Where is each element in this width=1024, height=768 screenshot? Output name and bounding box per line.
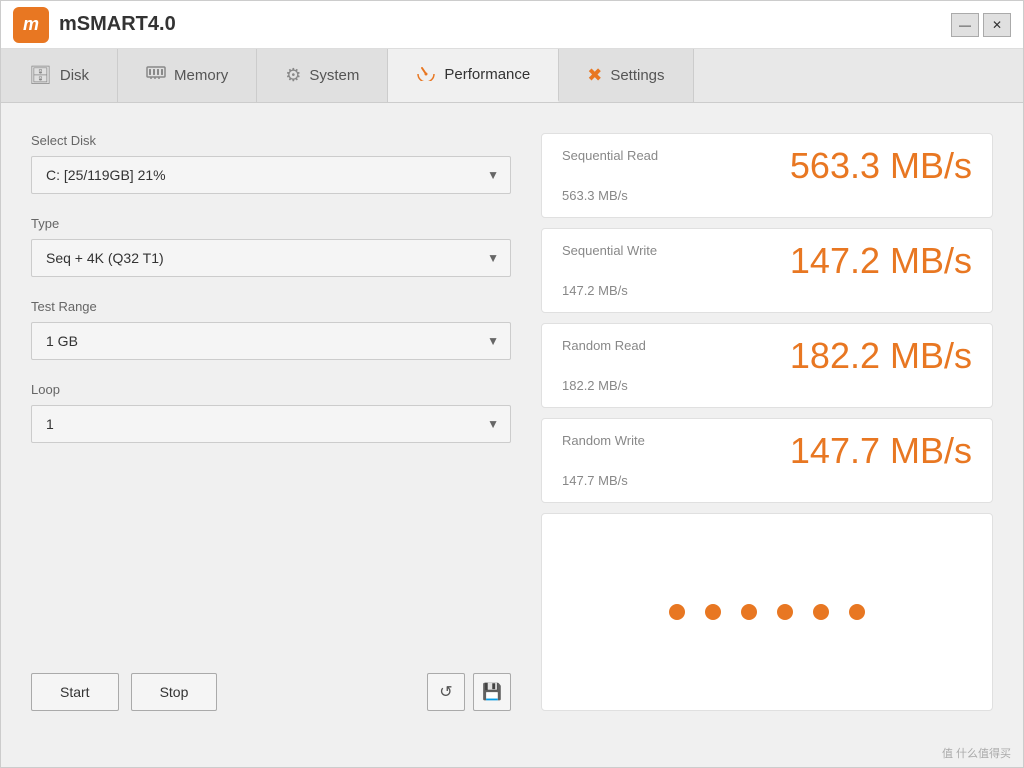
watermark: 值 什么值得买 xyxy=(1,741,1023,767)
performance-tab-icon xyxy=(416,63,436,86)
select-disk-dropdown[interactable]: C: [25/119GB] 21% D: E: xyxy=(31,156,511,194)
loop-dropdown[interactable]: 1 2 3 5 xyxy=(31,405,511,443)
stop-button[interactable]: Stop xyxy=(131,673,218,711)
tab-memory[interactable]: Memory xyxy=(118,49,257,102)
dots-card xyxy=(541,513,993,711)
rand-read-value-small: 182.2 MB/s xyxy=(562,378,972,393)
tab-settings[interactable]: ✖ Settings xyxy=(559,49,693,102)
tab-system[interactable]: ⚙ System xyxy=(257,49,388,102)
dot-4 xyxy=(777,604,793,620)
test-range-dropdown[interactable]: 1 GB 4 GB 8 GB 16 GB xyxy=(31,322,511,360)
main-content: Select Disk C: [25/119GB] 21% D: E: ▼ Ty… xyxy=(1,103,1023,741)
rand-write-value-small: 147.7 MB/s xyxy=(562,473,972,488)
window-controls: — ✕ xyxy=(951,13,1011,37)
loop-label: Loop xyxy=(31,382,511,397)
seq-write-label: Sequential Write xyxy=(562,243,657,258)
type-wrapper: Seq + 4K (Q32 T1) Sequential 4K ▼ xyxy=(31,239,511,277)
start-button[interactable]: Start xyxy=(31,673,119,711)
title-left: m mSMART4.0 xyxy=(13,7,176,43)
bottom-controls: Start Stop ↺ 💾 xyxy=(31,643,511,711)
minimize-button[interactable]: — xyxy=(951,13,979,37)
seq-read-value-large: 563.3 MB/s xyxy=(790,148,972,184)
loop-wrapper: 1 2 3 5 ▼ xyxy=(31,405,511,443)
tab-settings-label: Settings xyxy=(610,67,664,84)
dot-1 xyxy=(669,604,685,620)
test-range-label: Test Range xyxy=(31,299,511,314)
dot-2 xyxy=(705,604,721,620)
tab-disk-label: Disk xyxy=(60,67,89,84)
app-logo: m xyxy=(13,7,49,43)
rand-write-value-large: 147.7 MB/s xyxy=(790,433,972,469)
dot-5 xyxy=(813,604,829,620)
rand-write-card: Random Write 147.7 MB/s 147.7 MB/s xyxy=(541,418,993,503)
settings-tab-icon: ✖ xyxy=(587,65,602,86)
seq-read-card: Sequential Read 563.3 MB/s 563.3 MB/s xyxy=(541,133,993,218)
icon-buttons-group: ↺ 💾 xyxy=(427,673,511,711)
select-disk-wrapper: C: [25/119GB] 21% D: E: ▼ xyxy=(31,156,511,194)
system-tab-icon: ⚙ xyxy=(285,65,301,86)
close-button[interactable]: ✕ xyxy=(983,13,1011,37)
dot-3 xyxy=(741,604,757,620)
disk-tab-icon: 🗄 xyxy=(29,65,52,86)
refresh-button[interactable]: ↺ xyxy=(427,673,465,711)
type-label: Type xyxy=(31,216,511,231)
seq-read-top: Sequential Read 563.3 MB/s xyxy=(562,148,972,184)
rand-write-label: Random Write xyxy=(562,433,645,448)
seq-write-value-small: 147.2 MB/s xyxy=(562,283,972,298)
type-dropdown[interactable]: Seq + 4K (Q32 T1) Sequential 4K xyxy=(31,239,511,277)
seq-read-label: Sequential Read xyxy=(562,148,658,163)
seq-read-value-small: 563.3 MB/s xyxy=(562,188,972,203)
tab-disk[interactable]: 🗄 Disk xyxy=(1,49,118,102)
rand-read-value-large: 182.2 MB/s xyxy=(790,338,972,374)
left-panel: Select Disk C: [25/119GB] 21% D: E: ▼ Ty… xyxy=(31,133,511,711)
tab-bar: 🗄 Disk Memory ⚙ System xyxy=(1,49,1023,103)
dot-6 xyxy=(849,604,865,620)
rand-read-top: Random Read 182.2 MB/s xyxy=(562,338,972,374)
tab-system-label: System xyxy=(309,67,359,84)
seq-write-value-large: 147.2 MB/s xyxy=(790,243,972,279)
tab-memory-label: Memory xyxy=(174,67,228,84)
rand-read-label: Random Read xyxy=(562,338,646,353)
right-panel: Sequential Read 563.3 MB/s 563.3 MB/s Se… xyxy=(541,133,993,711)
tab-performance[interactable]: Performance xyxy=(388,49,559,102)
app-title: mSMART4.0 xyxy=(59,13,176,36)
seq-write-top: Sequential Write 147.2 MB/s xyxy=(562,243,972,279)
save-button[interactable]: 💾 xyxy=(473,673,511,711)
test-range-wrapper: 1 GB 4 GB 8 GB 16 GB ▼ xyxy=(31,322,511,360)
memory-tab-icon xyxy=(146,65,166,86)
main-window: m mSMART4.0 — ✕ 🗄 Disk xyxy=(0,0,1024,768)
rand-read-card: Random Read 182.2 MB/s 182.2 MB/s xyxy=(541,323,993,408)
title-bar: m mSMART4.0 — ✕ xyxy=(1,1,1023,49)
tab-performance-label: Performance xyxy=(444,66,530,83)
select-disk-label: Select Disk xyxy=(31,133,511,148)
seq-write-card: Sequential Write 147.2 MB/s 147.2 MB/s xyxy=(541,228,993,313)
rand-write-top: Random Write 147.7 MB/s xyxy=(562,433,972,469)
